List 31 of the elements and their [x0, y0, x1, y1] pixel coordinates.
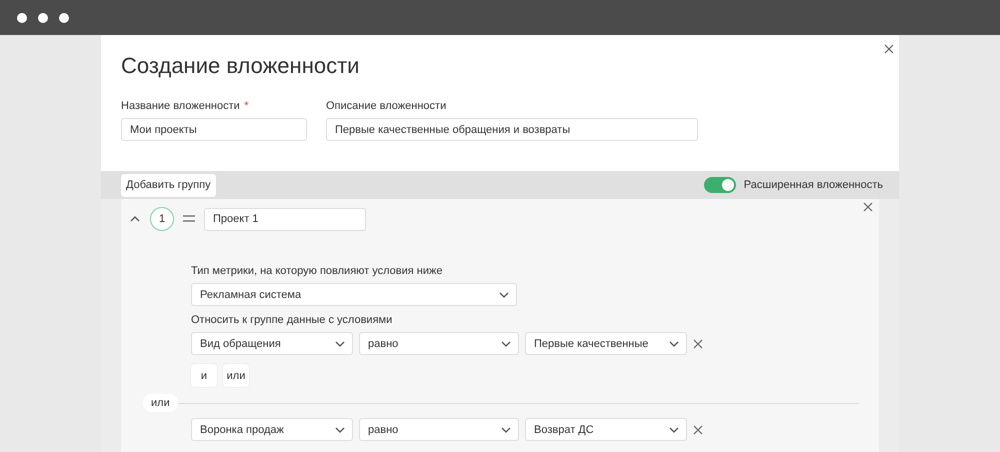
operator-select[interactable]: равно [359, 332, 519, 355]
drag-handle-icon[interactable] [183, 215, 195, 223]
or-label: или [143, 394, 178, 412]
field-label: Название вложенности [121, 100, 240, 112]
toggle-label: Расширенная вложенность [744, 179, 883, 191]
field-label: Описание вложенности [326, 100, 446, 112]
condition-button[interactable]: и [191, 364, 217, 387]
remove-icon[interactable] [693, 424, 703, 434]
field-label: Относить к группе данные с условиями [191, 314, 394, 326]
window-dot [59, 12, 69, 22]
value-select[interactable]: Возврат ДС [525, 418, 687, 441]
condition-button[interactable]: или [223, 364, 249, 387]
input-field[interactable]: Проект 1 [204, 208, 366, 230]
operator-select[interactable]: равно [359, 418, 519, 441]
close-icon[interactable] [863, 202, 873, 212]
add-group-button[interactable]: Добавить группу [121, 174, 216, 196]
dialog-title: Создание вложенности [121, 52, 360, 80]
required-mark: * [244, 100, 248, 112]
remove-icon[interactable] [693, 338, 703, 348]
toggle-switch[interactable] [704, 177, 736, 193]
value-select[interactable]: Первые качественные [525, 332, 687, 355]
metric-select[interactable]: Рекламная система [191, 283, 517, 306]
field-label: Тип метрики, на которую повлияют условия ниже [191, 265, 444, 277]
window-dot [17, 12, 27, 22]
close-icon[interactable] [884, 44, 894, 54]
field-select[interactable]: Вид обращения [191, 332, 353, 355]
input-field[interactable]: Мои проекты [121, 118, 307, 141]
field-select[interactable]: Воронка продаж [191, 418, 353, 441]
group-number: 1 [150, 207, 174, 231]
window-dot [38, 12, 48, 22]
input-field[interactable]: Первые качественные обращения и возвраты [326, 118, 698, 141]
